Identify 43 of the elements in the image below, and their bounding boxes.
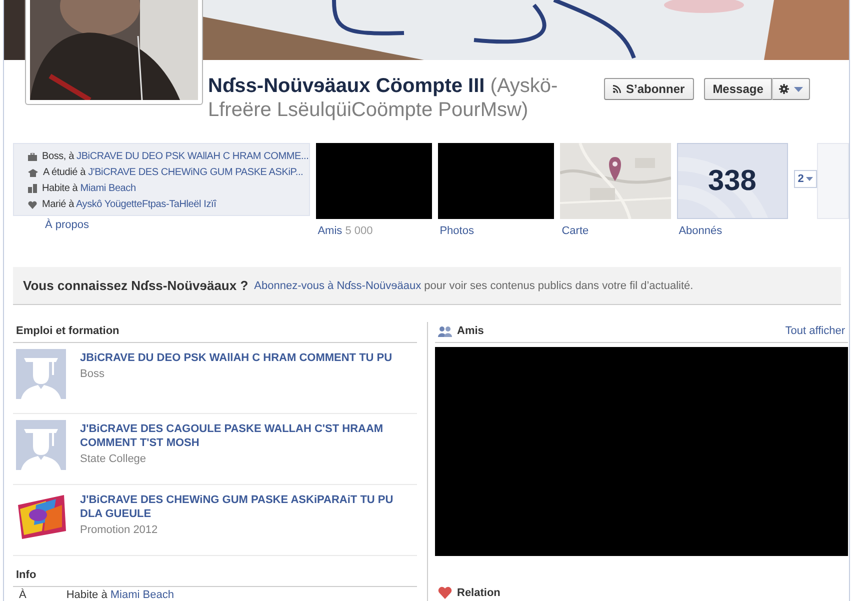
tile-label[interactable]: Amis 5 000 [316, 225, 432, 237]
gear-icon [779, 84, 790, 94]
entry-subtitle: Promotion 2012 [80, 524, 159, 536]
subscribe-button[interactable]: S’abonner [604, 78, 694, 100]
rss-icon [613, 85, 621, 93]
about-link[interactable]: À propos [45, 219, 310, 231]
graduate-silhouette-icon [16, 420, 66, 470]
caret-icon [794, 86, 804, 92]
profile-name: Nɗss-Noüvɘäaux Cöompte III (Ayskö-Lfreëre LsëulqüiCoömpte PourMsw) [208, 74, 559, 122]
heart-icon [28, 200, 37, 208]
building-icon [28, 184, 37, 193]
entry-subtitle: Boss [80, 368, 106, 380]
intro-line: Boss, à JBiCRAVE DU DEO PSK WAllAH C HRAM COMME... [42, 150, 309, 164]
section-heading: Emploi et formation [16, 325, 120, 337]
tile-label[interactable]: Abonnés [676, 225, 788, 237]
intro-line: Habite à Miami Beach [42, 182, 136, 196]
tile-label[interactable]: Photos [438, 225, 554, 237]
people-icon [438, 326, 452, 336]
info-value: Habite à Miami Beach [66, 589, 174, 601]
section-heading: Amis [457, 325, 484, 337]
entry-title[interactable]: J'BiCRAVE DES CAGOULE PASKE WALLAH C'ST HRAAM COMMENT T'ST MOSH [80, 420, 414, 450]
entry-subtitle: State College [80, 453, 148, 465]
caret-icon [806, 177, 813, 181]
message-button[interactable]: Message [704, 78, 772, 100]
briefcase-icon [28, 152, 37, 160]
settings-button[interactable] [772, 78, 810, 100]
graduate-silhouette-icon [16, 349, 66, 399]
more-tiles-dropdown[interactable]: 2 [794, 170, 817, 188]
section-heading: Relation [457, 586, 500, 598]
section-heading: Info [16, 569, 36, 581]
heart-icon [438, 586, 452, 599]
entry-title[interactable]: JBiCRAVE DU DEO PSK WAllAH C HRAM COMMENT TU PU [80, 349, 392, 365]
suggestion-title: Vous connaissez Nɗss-Noüvɘäaux ? [23, 278, 248, 293]
intro-line: A étudié à J'BiCRAVE DES CHEWiNG GUM PASKE ASKiP... [43, 166, 304, 180]
suggestion-text: Abonnez-vous à Nɗss-Noüvɘäaux pour voir ses contenus publics dans votre fil d’actualité. [254, 280, 694, 292]
info-label: À [19, 589, 26, 601]
graduation-cap-icon [28, 168, 38, 176]
follower-count: 338 [708, 164, 756, 198]
count-card[interactable]: 338 [676, 143, 788, 219]
intro-line: Marié à Ayskô YoügetteFtpas-TaHleël Izïî [42, 198, 216, 212]
entry-title[interactable]: J'BiCRAVE DES CHEWiNG GUM PASKE ASKiPARAiT TU PU DLA GUEULE [80, 491, 414, 521]
see-all-link[interactable]: Tout afficher [785, 325, 845, 337]
tile-label[interactable]: Carte [560, 225, 671, 237]
